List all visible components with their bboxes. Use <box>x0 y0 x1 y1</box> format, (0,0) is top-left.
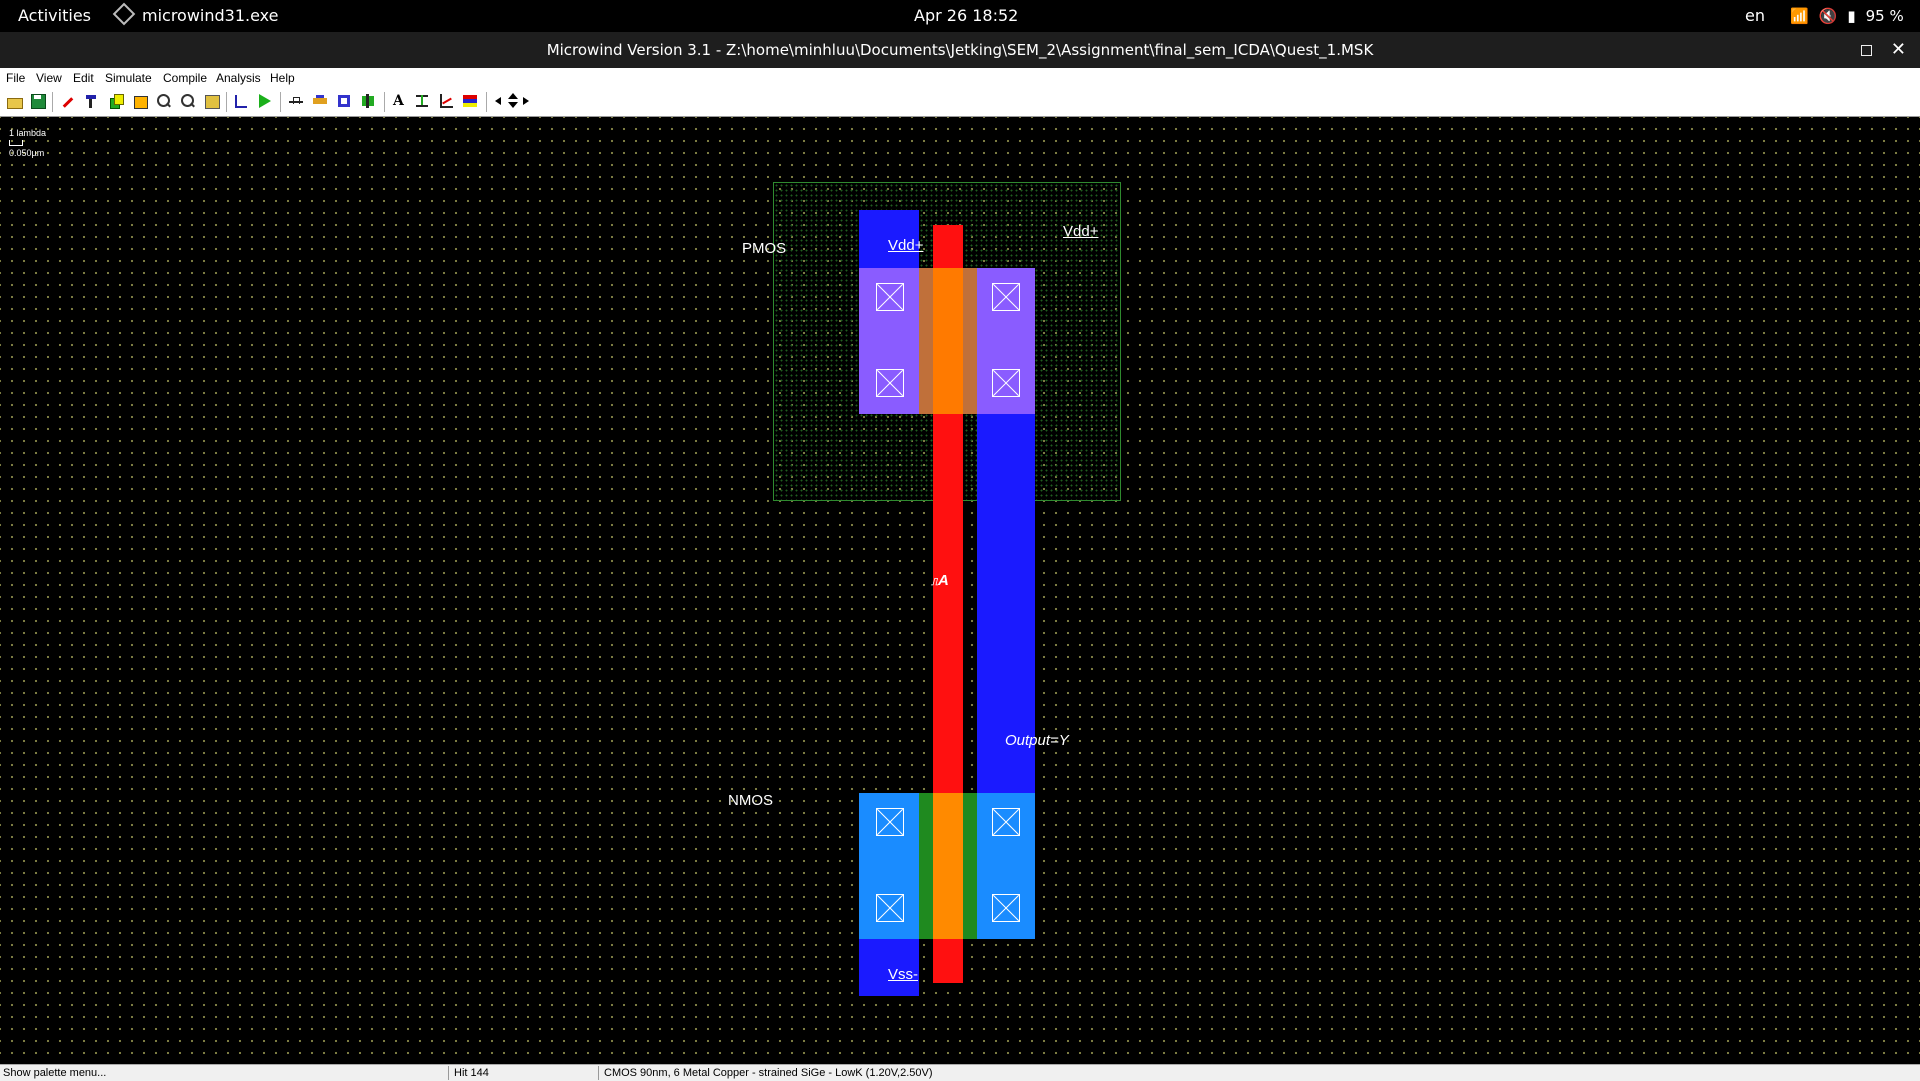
input-a-text: A <box>938 572 949 589</box>
status-message: Show palette menu... <box>3 1067 107 1079</box>
cross-section-icon[interactable] <box>414 93 430 109</box>
palette-icon[interactable] <box>462 93 478 109</box>
vdd-label-right[interactable]: Vdd+ <box>1063 223 1098 240</box>
status-bar: Show palette menu... Hit 144 CMOS 90nm, … <box>0 1064 1920 1081</box>
input-language[interactable]: en <box>1745 6 1765 25</box>
edit-icon[interactable] <box>84 93 100 109</box>
copy-icon[interactable] <box>108 93 124 109</box>
save-icon[interactable] <box>30 93 46 109</box>
menu-compile[interactable]: Compile <box>163 71 207 85</box>
system-top-bar: Activities microwind31.exe Apr 26 18:52 … <box>0 0 1920 32</box>
view-all-icon[interactable] <box>204 93 220 109</box>
scale-bar <box>9 140 23 146</box>
app-icon <box>112 2 136 26</box>
output-label[interactable]: Output=Y <box>1005 732 1069 749</box>
cut-icon[interactable] <box>336 93 352 109</box>
app-name: microwind31.exe <box>142 6 279 25</box>
nmos-drain-contact[interactable] <box>992 894 1020 922</box>
open-file-icon[interactable] <box>6 93 23 109</box>
nmos-icon[interactable] <box>360 93 376 109</box>
draw-box-icon[interactable] <box>60 93 76 109</box>
nmos-source-contact[interactable] <box>876 894 904 922</box>
pmos-drain-contact[interactable] <box>992 369 1020 397</box>
scale-indicator: 1 lambda 0.050µm <box>9 127 46 159</box>
nmos-channel <box>933 793 963 939</box>
clock-source-icon: ⎍ <box>931 577 938 588</box>
system-tray[interactable]: 📶 🔇 ▮ 95 % <box>1790 6 1914 25</box>
maximize-button[interactable] <box>1861 45 1872 56</box>
vss-label[interactable]: Vss- <box>888 966 918 983</box>
toolbar: A <box>0 88 1920 117</box>
menu-simulate[interactable]: Simulate <box>105 71 152 85</box>
close-button[interactable]: ✕ <box>1891 32 1906 68</box>
nmos-drain-contact[interactable] <box>992 808 1020 836</box>
window-title: Microwind Version 3.1 - Z:\home\minhluu\… <box>546 41 1374 59</box>
pmos-source-contact[interactable] <box>876 369 904 397</box>
app-menu[interactable]: microwind31.exe <box>112 2 279 26</box>
vdd-label[interactable]: Vdd+ <box>888 237 923 254</box>
volume-muted-icon: 🔇 <box>1818 7 1838 25</box>
pmos-channel <box>933 268 963 414</box>
pan-right-icon[interactable] <box>518 93 534 109</box>
nmos-source-contact[interactable] <box>876 808 904 836</box>
wifi-icon: 📶 <box>1790 7 1809 25</box>
battery-icon: ▮ <box>1847 7 1856 25</box>
window-titlebar[interactable]: Microwind Version 3.1 - Z:\home\minhluu\… <box>0 32 1920 68</box>
menu-edit[interactable]: Edit <box>73 71 94 85</box>
scale-value: 0.050µm <box>9 148 45 158</box>
menu-view[interactable]: View <box>36 71 62 85</box>
clock[interactable]: Apr 26 18:52 <box>914 6 1018 25</box>
pmos-label[interactable]: PMOS <box>742 240 786 257</box>
measure-icon[interactable] <box>232 93 248 109</box>
run-simulation-icon[interactable] <box>256 93 272 109</box>
text-icon[interactable]: A <box>390 93 406 109</box>
stretch-icon[interactable] <box>132 93 148 109</box>
menu-file[interactable]: File <box>6 71 25 85</box>
nmos-label[interactable]: NMOS <box>728 792 773 809</box>
menu-help[interactable]: Help <box>270 71 295 85</box>
pmos-drain-contact[interactable] <box>992 283 1020 311</box>
status-technology: CMOS 90nm, 6 Metal Copper - strained SiG… <box>604 1067 933 1079</box>
activities-button[interactable]: Activities <box>18 6 91 25</box>
input-a-label[interactable]: ⎍A <box>931 572 949 589</box>
menu-bar: File View Edit Simulate Compile Analysis… <box>0 68 1920 88</box>
scale-label: 1 lambda <box>9 128 47 138</box>
connect-icon[interactable] <box>312 93 328 109</box>
zoom-out-icon[interactable] <box>180 93 196 109</box>
graph-icon[interactable] <box>438 93 454 109</box>
menu-analysis[interactable]: Analysis <box>216 71 261 85</box>
pulse-icon[interactable] <box>288 93 304 109</box>
battery-percent: 95 % <box>1865 7 1904 25</box>
zoom-in-icon[interactable] <box>156 93 172 109</box>
layout-canvas[interactable]: 1 lambda 0.050µm PMOS NMOS Vdd+ Vdd+ ⎍A … <box>0 117 1920 1064</box>
status-hit: Hit 144 <box>454 1067 489 1079</box>
pmos-source-contact[interactable] <box>876 283 904 311</box>
